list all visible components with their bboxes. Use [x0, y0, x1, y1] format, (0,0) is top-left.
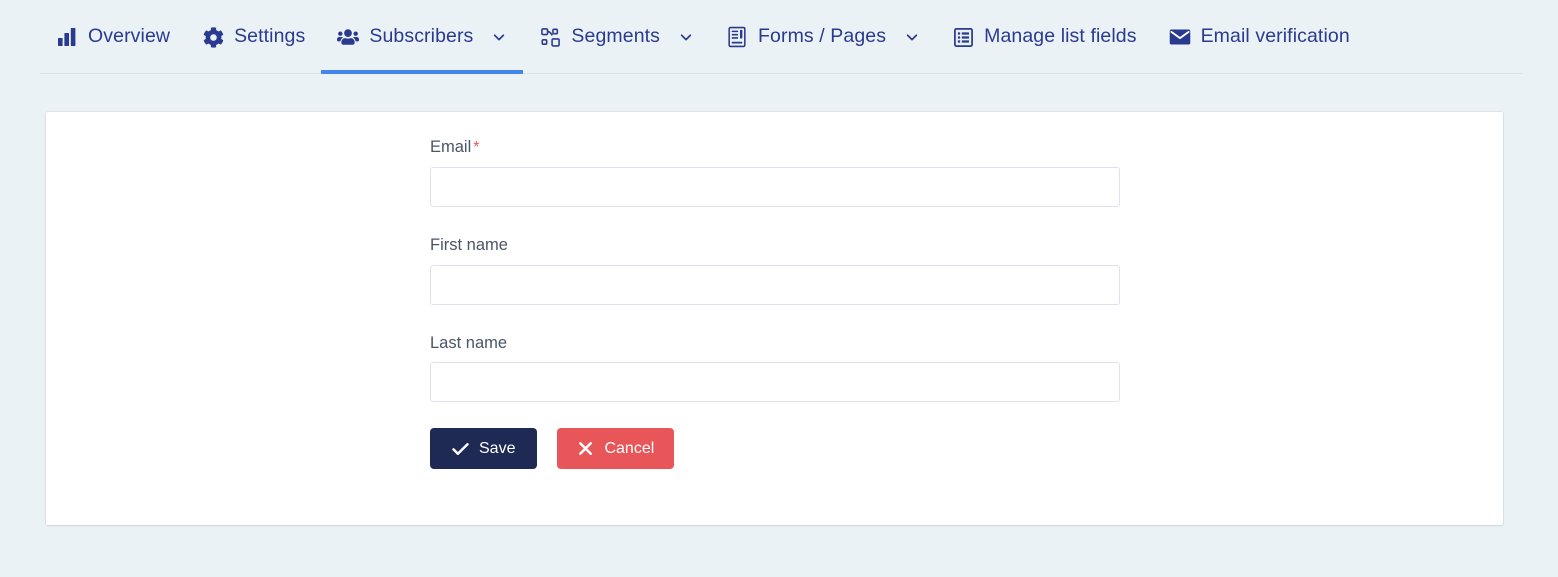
field-spacer	[430, 207, 1120, 236]
x-icon	[577, 440, 594, 457]
cancel-button[interactable]: Cancel	[557, 428, 675, 470]
form-icon	[726, 26, 748, 48]
subscriber-form: Email * First name Last name Save Cancel	[430, 138, 1120, 470]
required-marker: *	[473, 139, 480, 156]
field-spacer	[430, 305, 1120, 334]
tab-settings[interactable]: Settings	[186, 0, 321, 74]
tab-subscribers[interactable]: Subscribers	[321, 0, 524, 74]
cancel-button-label: Cancel	[604, 439, 655, 457]
save-button[interactable]: Save	[430, 428, 538, 470]
main-tab-bar: Overview Settings Subscribers Segments F…	[0, 0, 1558, 74]
field-label-text: First name	[430, 235, 508, 254]
tab-email-verification[interactable]: Email verification	[1153, 0, 1366, 74]
field-label-text: Last name	[430, 333, 508, 352]
tab-label: Overview	[88, 25, 171, 48]
tab-label: Manage list fields	[984, 25, 1137, 48]
tab-manage-list-fields[interactable]: Manage list fields	[936, 0, 1152, 74]
field-email: Email *	[430, 138, 1120, 207]
tab-label: Forms / Pages	[758, 25, 887, 48]
field-first-name: First name	[430, 236, 1120, 305]
first-name-input[interactable]	[430, 264, 1120, 305]
field-label-text: Email	[430, 138, 472, 156]
check-icon	[452, 440, 469, 457]
email-input[interactable]	[430, 166, 1120, 207]
tab-overview[interactable]: Overview	[40, 0, 186, 74]
form-actions: Save Cancel	[430, 428, 1120, 470]
envelope-icon	[1169, 26, 1191, 48]
bar-chart-icon	[56, 26, 78, 48]
field-label-first-name: First name	[430, 236, 1120, 256]
chevron-down-icon[interactable]	[904, 29, 920, 45]
tab-label: Subscribers	[369, 25, 474, 48]
last-name-input[interactable]	[430, 362, 1120, 403]
field-last-name: Last name	[430, 334, 1120, 403]
tab-forms-pages[interactable]: Forms / Pages	[710, 0, 936, 74]
table-list-icon	[952, 26, 974, 48]
tab-segments[interactable]: Segments	[523, 0, 710, 74]
chevron-down-icon[interactable]	[678, 29, 694, 45]
sitemap-icon	[539, 26, 561, 48]
tab-label: Email verification	[1200, 25, 1350, 48]
chevron-down-icon[interactable]	[491, 29, 507, 45]
field-label-email: Email *	[430, 138, 1120, 158]
field-label-last-name: Last name	[430, 334, 1120, 354]
tab-label: Segments	[571, 25, 661, 48]
save-button-label: Save	[479, 439, 516, 457]
gear-icon	[202, 26, 224, 48]
tab-label: Settings	[234, 25, 306, 48]
users-icon	[337, 26, 360, 48]
subscriber-form-card: Email * First name Last name Save Cancel	[46, 112, 1503, 525]
